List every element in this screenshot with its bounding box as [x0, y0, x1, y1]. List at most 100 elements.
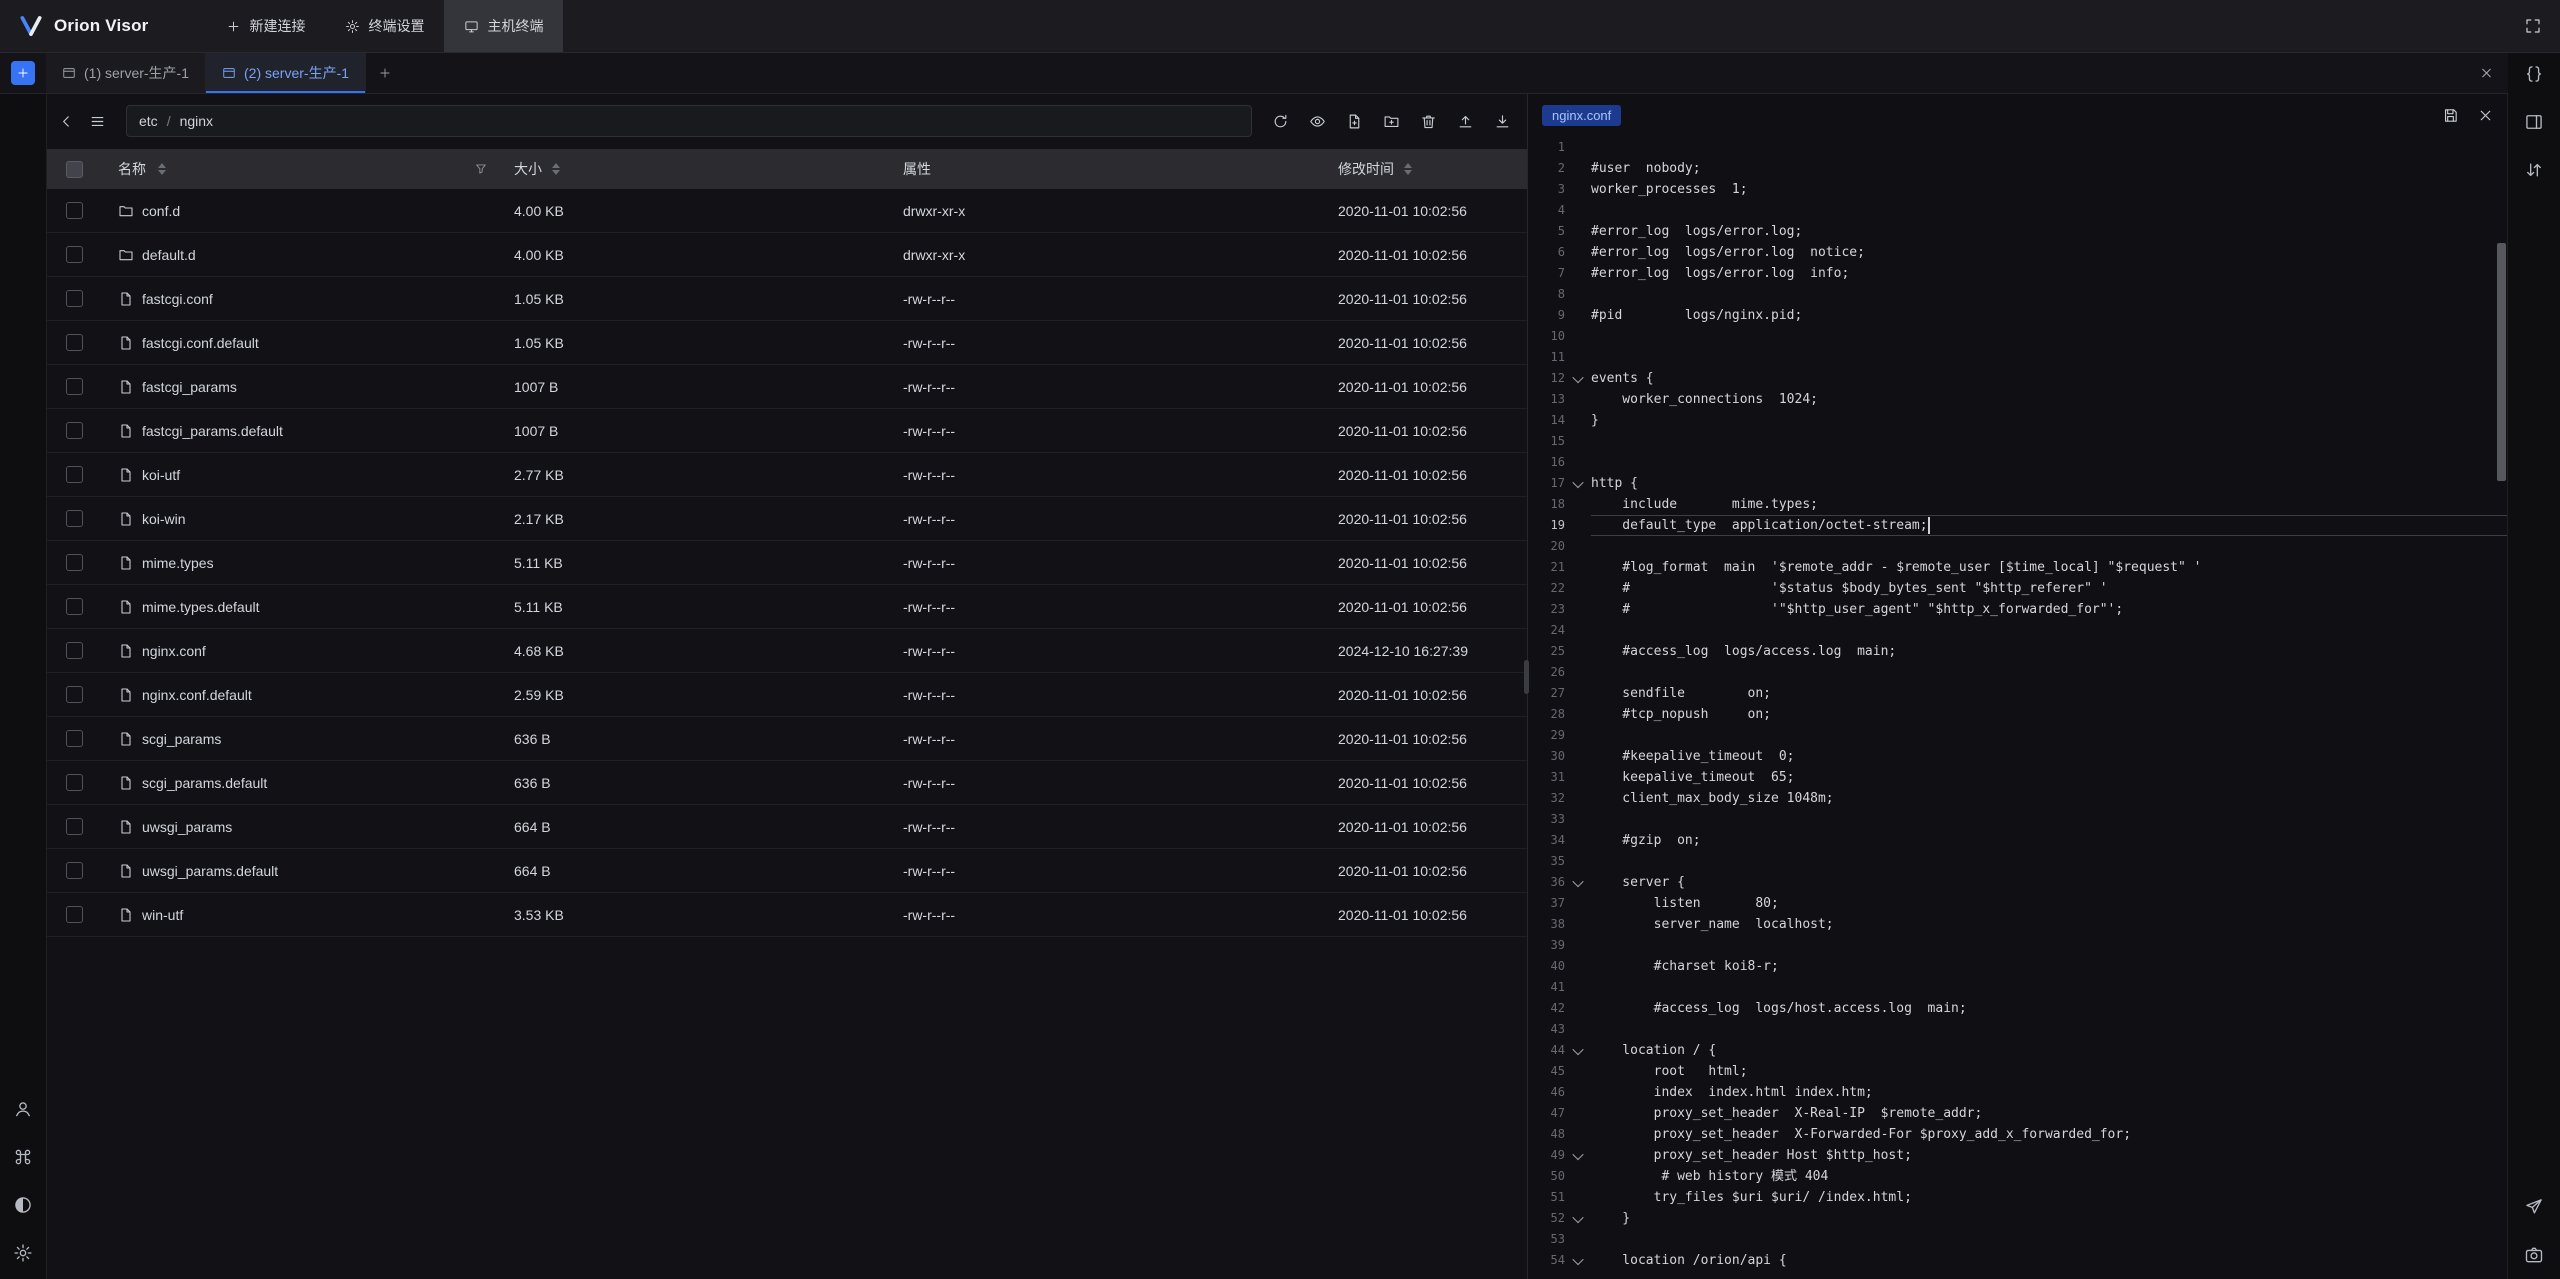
code-line-27[interactable]: 27 sendfile on; [1528, 683, 2508, 704]
code-line-28[interactable]: 28 #tcp_nopush on; [1528, 704, 2508, 725]
code-line-48[interactable]: 48 proxy_set_header X-Forwarded-For $pro… [1528, 1124, 2508, 1145]
settings-icon[interactable] [13, 1243, 33, 1263]
trash-icon[interactable] [1420, 113, 1437, 130]
file-name[interactable]: uwsgi_params [142, 819, 232, 835]
menu-item-new-connection[interactable]: 新建连接 [206, 0, 325, 52]
fold-chevron-icon[interactable] [1565, 1152, 1591, 1160]
row-checkbox[interactable] [66, 818, 83, 835]
code-line-32[interactable]: 32 client_max_body_size 1048m; [1528, 788, 2508, 809]
file-row-default.d[interactable]: default.d4.00 KBdrwxr-xr-x2020-11-01 10:… [46, 233, 1527, 277]
new-file-icon[interactable] [1346, 113, 1363, 130]
sort-icon[interactable] [158, 163, 166, 175]
screenshot-icon[interactable] [2524, 1245, 2544, 1265]
file-row-uwsgi_params.default[interactable]: uwsgi_params.default664 B-rw-r--r--2020-… [46, 849, 1527, 893]
file-row-scgi_params.default[interactable]: scgi_params.default636 B-rw-r--r--2020-1… [46, 761, 1527, 805]
file-name[interactable]: nginx.conf [142, 643, 206, 659]
column-header-name[interactable]: 名称 [102, 159, 502, 179]
user-icon[interactable] [13, 1099, 33, 1119]
row-checkbox[interactable] [66, 730, 83, 747]
code-line-50[interactable]: 50 # web history 模式 404 [1528, 1166, 2508, 1187]
file-row-fastcgi.conf.default[interactable]: fastcgi.conf.default1.05 KB-rw-r--r--202… [46, 321, 1527, 365]
file-row-koi-utf[interactable]: koi-utf2.77 KB-rw-r--r--2020-11-01 10:02… [46, 453, 1527, 497]
fold-chevron-icon[interactable] [1565, 480, 1591, 488]
row-checkbox[interactable] [66, 862, 83, 879]
code-line-33[interactable]: 33 [1528, 809, 2508, 830]
file-name[interactable]: mime.types [142, 555, 214, 571]
column-header-mtime[interactable]: 修改时间 [1328, 159, 1527, 179]
code-line-30[interactable]: 30 #keepalive_timeout 0; [1528, 746, 2508, 767]
file-row-mime.types.default[interactable]: mime.types.default5.11 KB-rw-r--r--2020-… [46, 585, 1527, 629]
code-line-26[interactable]: 26 [1528, 662, 2508, 683]
code-line-9[interactable]: 9#pid logs/nginx.pid; [1528, 305, 2508, 326]
code-line-36[interactable]: 36 server { [1528, 872, 2508, 893]
file-row-uwsgi_params[interactable]: uwsgi_params664 B-rw-r--r--2020-11-01 10… [46, 805, 1527, 849]
code-line-11[interactable]: 11 [1528, 347, 2508, 368]
row-checkbox[interactable] [66, 686, 83, 703]
code-line-10[interactable]: 10 [1528, 326, 2508, 347]
code-line-15[interactable]: 15 [1528, 431, 2508, 452]
file-row-fastcgi_params.default[interactable]: fastcgi_params.default1007 B-rw-r--r--20… [46, 409, 1527, 453]
file-name[interactable]: scgi_params.default [142, 775, 267, 791]
panel-icon[interactable] [2524, 112, 2544, 132]
code-line-42[interactable]: 42 #access_log logs/host.access.log main… [1528, 998, 2508, 1019]
close-sftp-icon[interactable] [2479, 65, 2494, 80]
code-line-20[interactable]: 20 [1528, 536, 2508, 557]
file-name[interactable]: koi-utf [142, 467, 180, 483]
file-name[interactable]: default.d [142, 247, 196, 263]
file-name[interactable]: fastcgi.conf [142, 291, 213, 307]
new-terminal-button[interactable] [11, 61, 35, 85]
close-editor-icon[interactable] [2477, 107, 2494, 124]
code-line-39[interactable]: 39 [1528, 935, 2508, 956]
file-name[interactable]: koi-win [142, 511, 186, 527]
breadcrumb-segment-nginx[interactable]: nginx [180, 113, 213, 129]
file-name[interactable]: scgi_params [142, 731, 221, 747]
row-checkbox[interactable] [66, 510, 83, 527]
code-line-19[interactable]: 19 default_type application/octet-stream… [1528, 515, 2508, 536]
upload-icon[interactable] [1457, 113, 1474, 130]
code-line-43[interactable]: 43 [1528, 1019, 2508, 1040]
code-line-4[interactable]: 4 [1528, 200, 2508, 221]
file-row-nginx.conf[interactable]: nginx.conf4.68 KB-rw-r--r--2024-12-10 16… [46, 629, 1527, 673]
code-line-18[interactable]: 18 include mime.types; [1528, 494, 2508, 515]
menu-item-terminal-setting[interactable]: 终端设置 [325, 0, 444, 52]
code-line-23[interactable]: 23 # '"$http_user_agent" "$http_x_forwar… [1528, 599, 2508, 620]
row-checkbox[interactable] [66, 774, 83, 791]
code-line-49[interactable]: 49 proxy_set_header Host $http_host; [1528, 1145, 2508, 1166]
row-checkbox[interactable] [66, 466, 83, 483]
editor-scrollbar-thumb[interactable] [2497, 243, 2506, 481]
file-name[interactable]: uwsgi_params.default [142, 863, 278, 879]
code-line-51[interactable]: 51 try_files $uri $uri/ /index.html; [1528, 1187, 2508, 1208]
code-line-2[interactable]: 2#user nobody; [1528, 158, 2508, 179]
code-line-31[interactable]: 31 keepalive_timeout 65; [1528, 767, 2508, 788]
column-header-size[interactable]: 大小 [502, 159, 894, 179]
code-line-44[interactable]: 44 location / { [1528, 1040, 2508, 1061]
file-row-fastcgi.conf[interactable]: fastcgi.conf1.05 KB-rw-r--r--2020-11-01 … [46, 277, 1527, 321]
row-checkbox[interactable] [66, 202, 83, 219]
code-line-41[interactable]: 41 [1528, 977, 2508, 998]
code-line-46[interactable]: 46 index index.html index.htm; [1528, 1082, 2508, 1103]
back-icon[interactable] [58, 113, 75, 130]
select-all-checkbox[interactable] [66, 161, 83, 178]
code-line-1[interactable]: 1 [1528, 137, 2508, 158]
row-checkbox[interactable] [66, 422, 83, 439]
code-line-8[interactable]: 8 [1528, 284, 2508, 305]
code-line-52[interactable]: 52 } [1528, 1208, 2508, 1229]
code-line-37[interactable]: 37 listen 80; [1528, 893, 2508, 914]
fold-chevron-icon[interactable] [1565, 1047, 1591, 1055]
download-icon[interactable] [1494, 113, 1511, 130]
code-line-34[interactable]: 34 #gzip on; [1528, 830, 2508, 851]
fold-chevron-icon[interactable] [1565, 879, 1591, 887]
send-icon[interactable] [2524, 1197, 2544, 1217]
code-editor[interactable]: 12#user nobody;3worker_processes 1;45#er… [1528, 137, 2508, 1279]
code-line-25[interactable]: 25 #access_log logs/access.log main; [1528, 641, 2508, 662]
file-row-scgi_params[interactable]: scgi_params636 B-rw-r--r--2020-11-01 10:… [46, 717, 1527, 761]
fold-chevron-icon[interactable] [1565, 1215, 1591, 1223]
swap-icon[interactable] [2524, 160, 2544, 180]
file-name[interactable]: fastcgi_params.default [142, 423, 283, 439]
theme-icon[interactable] [13, 1195, 33, 1215]
panel-resize-handle[interactable] [1524, 660, 1529, 694]
list-view-icon[interactable] [89, 113, 106, 130]
code-line-21[interactable]: 21 #log_format main '$remote_addr - $rem… [1528, 557, 2508, 578]
code-line-12[interactable]: 12events { [1528, 368, 2508, 389]
code-line-22[interactable]: 22 # '$status $body_bytes_sent "$http_re… [1528, 578, 2508, 599]
